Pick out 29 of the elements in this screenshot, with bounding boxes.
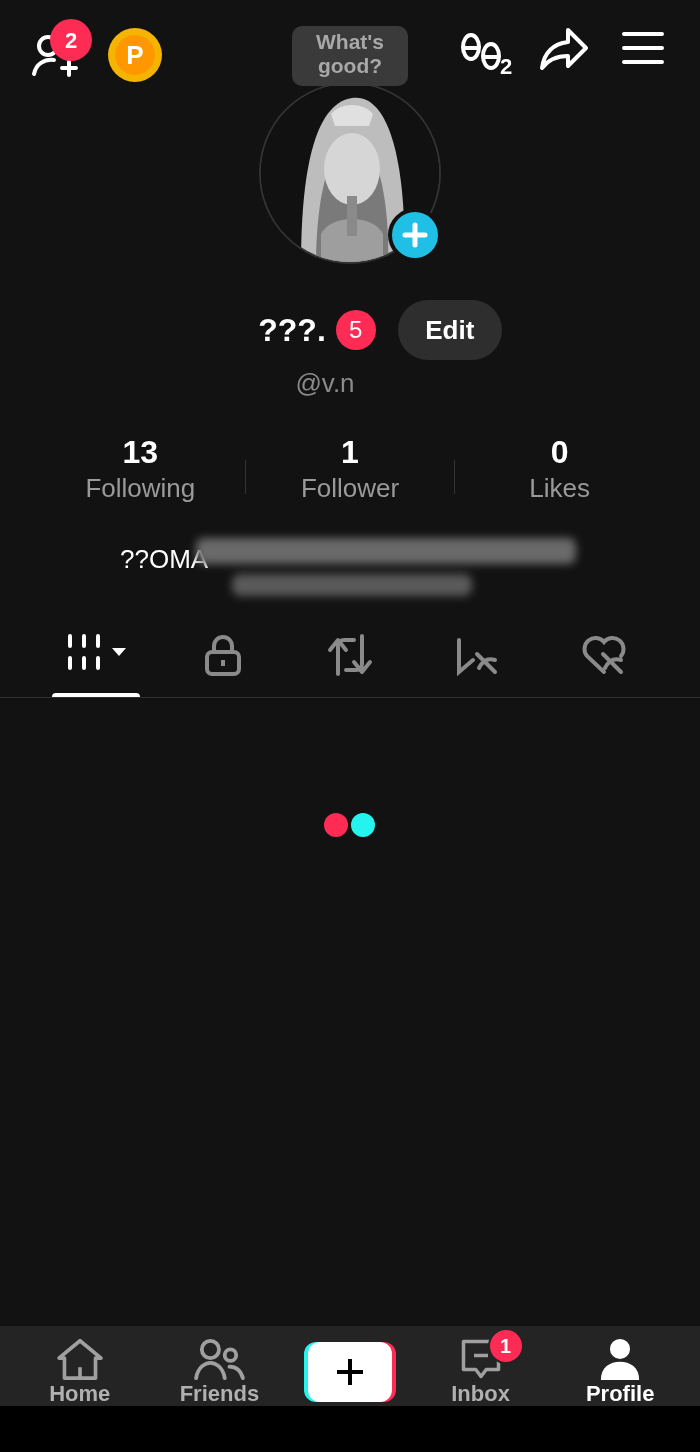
plus-icon [335, 1357, 365, 1387]
hidden-heart-icon [581, 634, 627, 676]
menu-icon[interactable] [622, 30, 664, 66]
repost-icon [326, 634, 374, 676]
status-bubble[interactable]: What's good? [292, 26, 408, 86]
plus-icon [402, 222, 428, 248]
notification-badge: 5 [335, 310, 376, 350]
stat-value: 0 [550, 434, 569, 470]
bio-text: ??OMA [120, 543, 209, 576]
stat-value: 1 [341, 434, 359, 470]
stat-label[interactable]: Follower [300, 470, 400, 506]
display-name: ???. [258, 311, 326, 350]
notification-badge: 1 [487, 1328, 524, 1364]
add-friend-icon[interactable] [30, 34, 80, 78]
friends-icon [192, 1338, 247, 1380]
nav-tab[interactable]: Friends [164, 1328, 275, 1406]
nav-tab[interactable]: Home [24, 1328, 135, 1406]
edit-button[interactable]: Edit [397, 300, 502, 360]
nav-tab[interactable]: Inbox 1 [425, 1328, 536, 1406]
profile-views-count: 2 [500, 53, 513, 81]
notification-badge: 2 [50, 19, 92, 61]
stat-value: 13 [122, 434, 159, 470]
stat-label[interactable]: Following [85, 470, 196, 506]
share-icon[interactable] [538, 26, 590, 72]
username-handle: @v.n [295, 367, 355, 400]
stat-label[interactable]: Likes [529, 470, 590, 506]
nav-tab[interactable]: Profile [565, 1328, 676, 1406]
create-button[interactable] [304, 1342, 396, 1402]
lock-icon [204, 634, 242, 676]
